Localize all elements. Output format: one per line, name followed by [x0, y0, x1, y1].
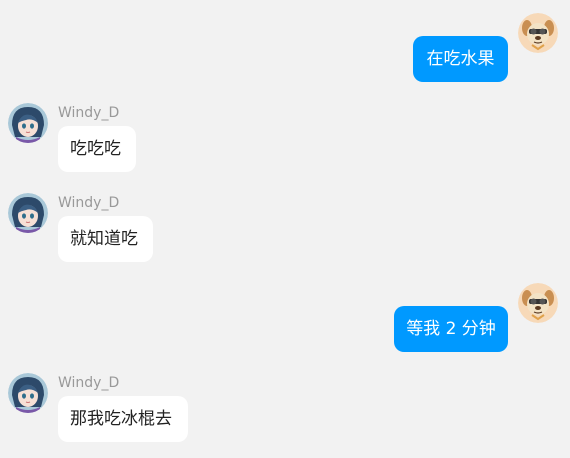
message-bubble[interactable]: 在吃水果 [413, 36, 508, 82]
anime-girl-avatar-icon[interactable] [8, 193, 48, 233]
message-bubble[interactable]: 就知道吃 [58, 216, 153, 262]
dog-avatar-icon[interactable] [518, 283, 558, 323]
message-bubble[interactable]: 吃吃吃 [58, 126, 136, 172]
message-bubble[interactable]: 那我吃冰棍去 [58, 396, 188, 442]
anime-girl-avatar-icon[interactable] [8, 103, 48, 143]
message-bubble[interactable]: 等我 2 分钟 [394, 306, 508, 352]
anime-girl-avatar-icon[interactable] [8, 373, 48, 413]
sender-name: Windy_D [58, 105, 120, 121]
chat-window: 在吃水果 Windy_D 吃吃吃 Windy_D 就知道吃 等我 2 分钟 Wi… [0, 0, 570, 458]
sender-name: Windy_D [58, 195, 120, 211]
sender-name: Windy_D [58, 375, 120, 391]
dog-avatar-icon[interactable] [518, 13, 558, 53]
